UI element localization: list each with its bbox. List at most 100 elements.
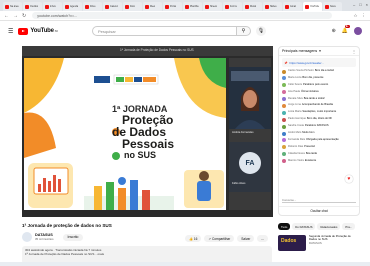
tab-label: Forms [230, 5, 237, 8]
avatar[interactable] [354, 27, 362, 35]
youtube-logo-icon[interactable] [18, 27, 29, 35]
like-button[interactable]: 👍 16 [185, 235, 202, 242]
pinned-link[interactable]: https://www.gov.br/saude/... [289, 61, 323, 65]
chat-message[interactable]: Jorge LimaAcompanhando de Brasília [279, 103, 359, 108]
tab-favicon-icon [145, 4, 149, 9]
chat-author-name: Cláudia Neves [288, 151, 305, 155]
recommended-channel: DATASUS [309, 240, 322, 245]
create-video-icon[interactable]: ⊕ [332, 28, 336, 34]
browser-tab[interactable]: Docs [123, 2, 142, 11]
chat-message-text: Acompanhando de Brasília [301, 103, 333, 107]
pin-icon: 📌 [284, 60, 288, 65]
chat-header-label[interactable]: Principais mensagens [282, 49, 317, 53]
chat-message[interactable]: Renata SilvaBoa tarde a todos! [279, 97, 359, 102]
browser-tab[interactable]: Meet [143, 2, 162, 11]
chat-message-text: Excelente [304, 158, 317, 162]
notifications-badge: 9+ [344, 25, 350, 28]
tab-favicon-icon [105, 4, 109, 9]
more-options-icon[interactable]: ⋯ [257, 235, 269, 242]
chat-message[interactable]: Marcos VieiraExcelente [279, 159, 359, 164]
forward-icon[interactable]: → [13, 13, 18, 19]
back-icon[interactable]: ← [4, 13, 9, 19]
chat-message[interactable]: Sandra CostaParabéns DATASUS [279, 124, 359, 129]
browser-tab[interactable]: Planilha [183, 2, 202, 11]
browser-tab[interactable]: Ouvidor [23, 2, 42, 11]
reload-icon[interactable]: ↻ [22, 13, 26, 19]
browser-tab[interactable]: Slides [263, 2, 282, 11]
share-button[interactable]: ↗ Compartilhar [204, 235, 235, 242]
browser-tab[interactable]: Portal [163, 2, 182, 11]
microphone-icon[interactable]: 🎙 [256, 26, 266, 36]
tab-label: Mural [250, 5, 256, 8]
chat-author-avatar [282, 117, 286, 122]
chat-message[interactable]: Cláudia NevesBoa tarde [279, 152, 359, 157]
maximize-icon[interactable]: □ [359, 2, 361, 7]
chat-message-body: Carlos Souza PinheiroBom dia a todos! [288, 69, 334, 72]
chat-message-text: Parabéns DATASUS [304, 124, 329, 128]
video-player[interactable]: 1ª Jornada de Proteção de Dados Pessoais… [22, 46, 273, 217]
tab-label: Docs [130, 5, 136, 8]
chevron-down-icon[interactable]: ▾ [319, 49, 321, 53]
chat-message[interactable]: Lúcia MariaSaudações, muito importante [279, 110, 359, 115]
share-label: Compartilhar [211, 236, 231, 241]
chat-message[interactable]: Carlos Souza PinheiroBom dia a todos! [279, 69, 359, 74]
chat-menu-icon[interactable]: ⋮ [352, 49, 356, 54]
browser-tab[interactable]: Inbox [43, 2, 62, 11]
browser-tab[interactable]: Drive [83, 2, 102, 11]
live-chat-panel: Principais mensagens ▾ ⋮ 📌 https://www.g… [278, 46, 360, 216]
chat-message[interactable]: Roberto DiasPresente! [279, 145, 359, 150]
tab-favicon-icon [125, 4, 129, 9]
chat-message-body: Ana PaulaÓtima iniciativa [288, 90, 319, 93]
subscribe-button[interactable]: Inscrito [62, 233, 84, 241]
search-input[interactable]: Pesquisar [92, 26, 237, 36]
recommended-video[interactable]: Dados Segunda Jornada de Proteção de Dad… [278, 234, 357, 251]
search-icon[interactable]: ⚲ [237, 26, 251, 36]
filter-chip[interactable]: Do DATASUS [292, 223, 316, 230]
browser-tab[interactable]: Agenda [63, 2, 82, 11]
channel-avatar[interactable] [22, 232, 32, 242]
chat-message-body: Fernanda ReisObrigada pela apresentação [288, 138, 339, 141]
chat-message[interactable]: Maria LúciaBom dia, presente [279, 76, 359, 81]
filter-chip[interactable]: Pra... [342, 223, 356, 230]
chat-message[interactable]: Ana PaulaÓtima iniciativa [279, 90, 359, 95]
chat-message[interactable]: Fernanda ReisObrigada pela apresentação [279, 138, 359, 143]
browser-tab[interactable]: Mural [243, 2, 262, 11]
chat-message-text: Muito bom [302, 131, 315, 135]
hide-chat-button[interactable]: Ocultar chat [279, 206, 359, 215]
chat-message-text: Saudações, muito importante [302, 110, 337, 114]
browser-tab[interactable]: Gmail [283, 2, 302, 11]
heart-reaction-icon[interactable]: ♥ [345, 175, 353, 183]
tab-favicon-icon [85, 4, 89, 9]
chat-author-name: Renata Silva [288, 96, 303, 100]
filter-chip[interactable]: Relacionados [317, 223, 341, 230]
chat-header: Principais mensagens ▾ ⋮ [279, 47, 359, 56]
hamburger-menu-icon[interactable]: ☰ [8, 28, 13, 35]
save-button[interactable]: Salvar [237, 235, 255, 242]
tab-favicon-icon [65, 4, 69, 9]
browser-tab[interactable]: YouTube [303, 2, 322, 11]
youtube-logo-text[interactable]: YouTube [30, 28, 54, 34]
chat-message[interactable]: André MeloMuito bom [279, 131, 359, 136]
chat-message[interactable]: Célio SouzaParabéns pelo evento [279, 83, 359, 88]
browser-tab[interactable]: Sheets [203, 2, 222, 11]
browser-tab[interactable]: Na área [3, 2, 22, 11]
close-icon[interactable]: × [366, 2, 368, 7]
extensions-icon[interactable]: ⋮ [362, 13, 367, 19]
chat-input[interactable]: Converse... [282, 196, 356, 203]
browser-tab-bar: Na área Ouvidor Inbox Agenda Drive Calend. Doc… [0, 0, 370, 11]
browser-tab[interactable]: Calend. [103, 2, 122, 11]
url-field[interactable]: youtube.com/watch?v=... [32, 12, 333, 19]
tab-favicon-icon [265, 4, 269, 9]
speaker-video-icon [229, 67, 271, 129]
browser-tab[interactable]: Nova [323, 2, 342, 11]
bookmark-icon[interactable]: ☆ [353, 13, 357, 19]
chat-message-text: Bom dia, direto do DF [306, 117, 333, 121]
notifications-icon[interactable]: 🔔 9+ [342, 25, 350, 34]
recommended-thumbnail[interactable]: Dados [278, 235, 306, 251]
browser-tab[interactable]: Forms [223, 2, 242, 11]
pinned-message: 📌 https://www.gov.br/saude/... [282, 58, 356, 67]
minimize-icon[interactable]: – [353, 2, 355, 7]
chat-message-body: Marcos VieiraExcelente [288, 159, 316, 162]
chat-message[interactable]: Paulo HenriqueBom dia, direto do DF [279, 117, 359, 122]
filter-chip[interactable]: Tudo [278, 223, 291, 230]
